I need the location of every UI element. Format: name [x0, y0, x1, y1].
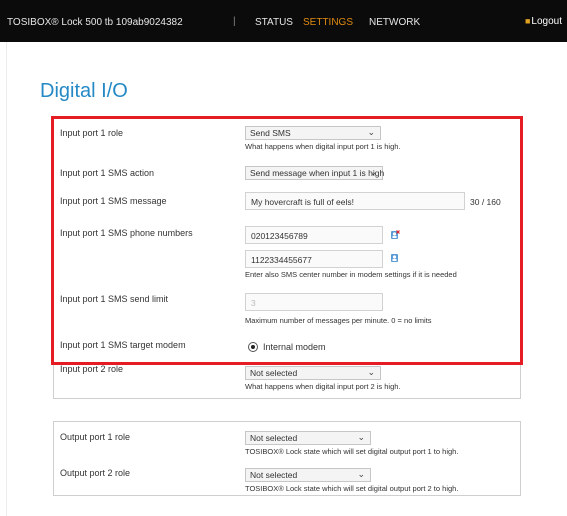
input-port-1-sms-send-limit-label: Input port 1 SMS send limit [60, 294, 169, 304]
sms-send-limit-help: Maximum number of messages per minute. 0… [245, 316, 432, 325]
nav-status[interactable]: STATUS [255, 17, 293, 28]
input-port-2-role-label: Input port 2 role [60, 364, 124, 374]
output-port-2-role-label: Output port 2 role [60, 468, 131, 478]
page-title: Digital I/O [40, 80, 128, 102]
output-port-1-role-select[interactable]: Not selected ⌄ [245, 431, 371, 445]
input-port-1-role-value: Send SMS [250, 128, 291, 138]
input-port-1-role-label: Input port 1 role [60, 128, 124, 138]
input-port-1-sms-action-value: Send message when input 1 is high [250, 168, 385, 178]
key-icon: ■ [524, 16, 531, 26]
output-port-2-role-value: Not selected [250, 470, 298, 480]
output-port-1-role-label: Output port 1 role [60, 432, 131, 442]
sms-send-limit-value: 3 [251, 298, 256, 308]
input-port-1-role-select[interactable]: Send SMS ⌄ [245, 126, 381, 140]
input-port-1-sms-message-label: Input port 1 SMS message [60, 196, 167, 206]
phone-number-input-2[interactable]: 1122334455677 [245, 250, 383, 268]
phone-numbers-help: Enter also SMS center number in modem se… [245, 270, 457, 279]
phone-number-value: 1122334455677 [251, 255, 312, 265]
phone-number-value: 020123456789 [251, 231, 308, 241]
sms-send-limit-input[interactable]: 3 [245, 293, 383, 311]
header-separator: | [233, 16, 236, 27]
chevron-down-icon: ⌄ [357, 469, 365, 479]
nav-settings[interactable]: SETTINGS [303, 17, 353, 28]
nav-network[interactable]: NETWORK [369, 17, 420, 28]
input-port-1-sms-phone-numbers-label: Input port 1 SMS phone numbers [60, 228, 193, 238]
internal-modem-label: Internal modem [263, 342, 326, 352]
chevron-down-icon: ⌄ [357, 432, 365, 442]
top-navigation-bar: TOSIBOX® Lock 500 tb 109ab9024382 | STAT… [0, 0, 567, 42]
digital-outputs-panel: Output port 1 role Not selected ⌄ TOSIBO… [53, 421, 521, 496]
chevron-down-icon: ⌄ [369, 167, 377, 177]
input-port-1-role-help: What happens when digital input port 1 i… [245, 142, 401, 151]
device-title: TOSIBOX® Lock 500 tb 109ab9024382 [7, 17, 183, 28]
output-port-2-role-select[interactable]: Not selected ⌄ [245, 468, 371, 482]
output-port-1-role-help: TOSIBOX® Lock state which will set digit… [245, 447, 459, 456]
input-port-2-role-value: Not selected [250, 368, 298, 378]
add-contact-icon[interactable] [390, 253, 400, 263]
input-port-1-sms-action-label: Input port 1 SMS action [60, 168, 155, 178]
sms-message-input[interactable]: My hovercraft is full of eels! [245, 192, 465, 210]
input-port-1-sms-target-modem-label: Input port 1 SMS target modem [60, 340, 186, 350]
digital-inputs-panel: Input port 1 role Send SMS ⌄ What happen… [53, 117, 521, 399]
chevron-down-icon: ⌄ [367, 127, 375, 137]
logout-label: Logout [531, 16, 562, 27]
logout-link[interactable]: ■Logout [525, 16, 562, 27]
phone-number-input-1[interactable]: 020123456789 [245, 226, 383, 244]
output-port-1-role-value: Not selected [250, 433, 298, 443]
sms-message-value: My hovercraft is full of eels! [251, 197, 354, 207]
input-port-1-sms-action-select[interactable]: Send message when input 1 is high ⌄ [245, 166, 385, 180]
input-port-2-role-help: What happens when digital input port 2 i… [245, 382, 401, 391]
internal-modem-radio[interactable] [248, 342, 258, 352]
input-port-2-role-select[interactable]: Not selected ⌄ [245, 366, 381, 380]
chevron-down-icon: ⌄ [367, 367, 375, 377]
output-port-2-role-help: TOSIBOX® Lock state which will set digit… [245, 484, 459, 493]
remove-contact-icon[interactable] [390, 230, 400, 240]
sms-character-counter: 30 / 160 [470, 197, 501, 207]
